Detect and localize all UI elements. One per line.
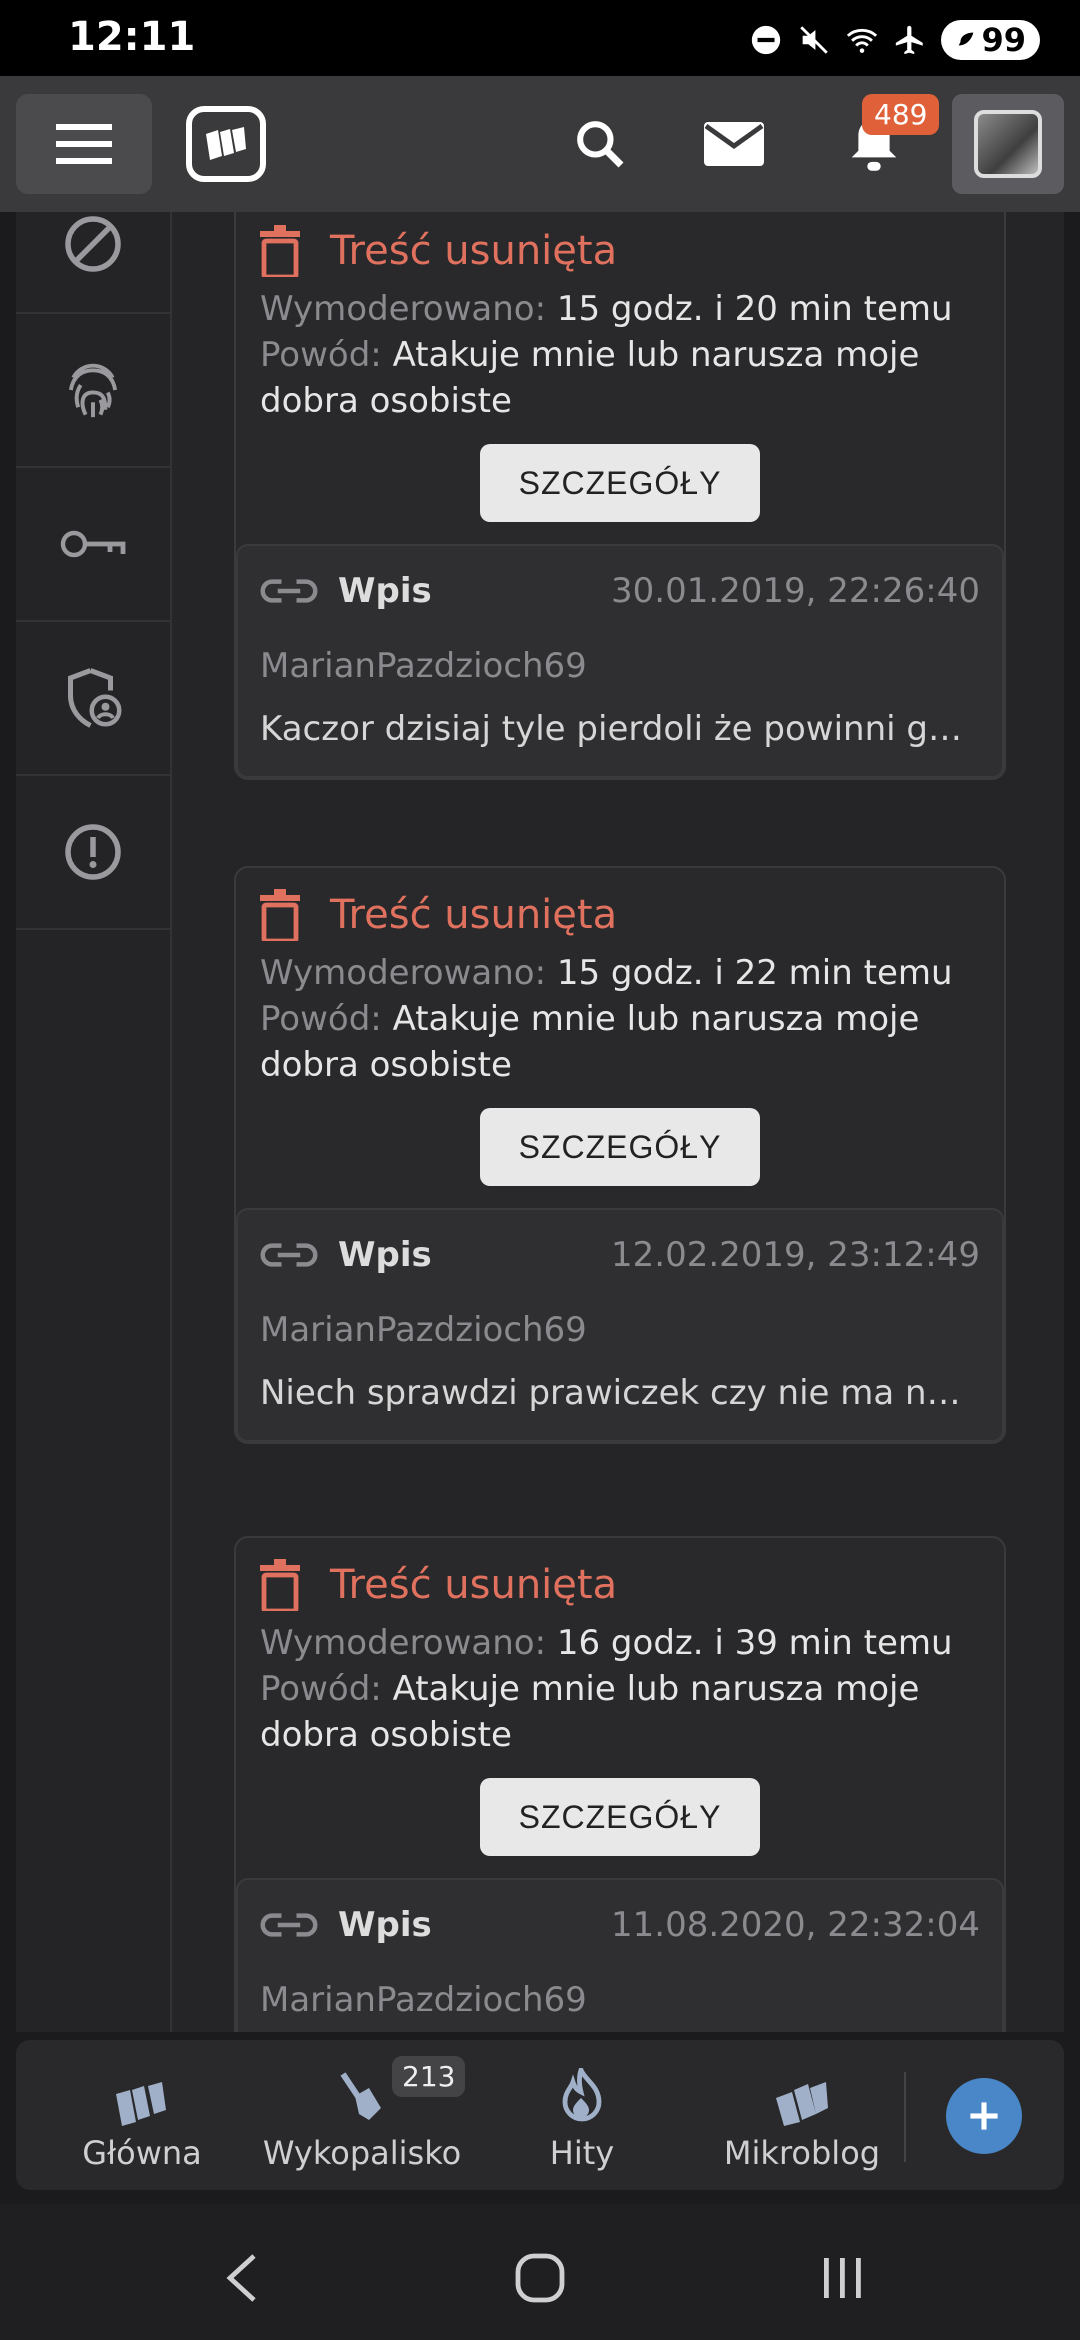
sidebar-item-bans[interactable]	[16, 212, 170, 314]
back-icon	[226, 2254, 256, 2302]
sidebar-item-privacy[interactable]	[16, 622, 170, 776]
status-icons: 99	[749, 18, 1040, 62]
entry-author[interactable]: MarianPazdzioch69	[260, 636, 980, 696]
entry-date: 11.08.2020, 22:32:04	[611, 1905, 980, 1945]
recents-icon	[824, 2258, 861, 2298]
deleted-title: Treść usunięta	[330, 892, 618, 938]
add-button[interactable]	[946, 2078, 1022, 2154]
nav-label: Wykopalisko	[262, 2134, 462, 2172]
entry-text: Kaczor dzisiaj tyle pierdoli że powinni …	[260, 709, 980, 749]
nav-item-wykopalisko[interactable]: Wykopalisko 213	[252, 2040, 472, 2190]
moderation-card: Treść usunięta Wymoderowano: 15 godz. i …	[234, 212, 1006, 780]
details-button[interactable]: SZCZEGÓŁY	[480, 1778, 760, 1856]
messages-button[interactable]	[702, 112, 766, 176]
details-button[interactable]: SZCZEGÓŁY	[480, 444, 760, 522]
status-bar: 12:11 99	[0, 0, 1080, 76]
microblog-icon	[776, 2082, 828, 2126]
mute-icon	[800, 26, 829, 54]
entry-text	[260, 2030, 980, 2032]
status-time: 12:11	[68, 14, 196, 60]
wykop-home-icon	[116, 2082, 166, 2126]
link-icon	[260, 1913, 318, 1937]
entry-date: 30.01.2019, 22:26:40	[611, 571, 980, 611]
nav-item-hits[interactable]: Hity	[472, 2040, 692, 2190]
moderation-reason: Powód: Atakuje mnie lub narusza moje dob…	[260, 1669, 920, 1755]
details-button[interactable]: SZCZEGÓŁY	[480, 1108, 760, 1186]
entry-text: Niech sprawdzi prawiczek czy nie ma nala…	[260, 1373, 980, 1413]
search-icon	[577, 121, 624, 168]
nav-item-microblog[interactable]: Mikroblog	[692, 2040, 912, 2190]
entry-type: Wpis	[338, 571, 432, 611]
ban-icon	[65, 216, 121, 272]
plus-icon	[970, 2102, 998, 2130]
nav-item-home[interactable]: Główna	[32, 2040, 252, 2190]
home-icon	[515, 2253, 565, 2303]
moderation-sidebar	[16, 212, 172, 2032]
battery-saver-icon	[959, 32, 974, 46]
moderation-card: Treść usunięta Wymoderowano: 15 godz. i …	[234, 866, 1006, 1444]
entry-author[interactable]: MarianPazdzioch69	[260, 1970, 980, 2030]
link-icon	[260, 579, 318, 603]
avatar	[974, 110, 1042, 178]
entry-preview[interactable]: Wpis 11.08.2020, 22:32:04 MarianPazdzioc…	[236, 1878, 1004, 2032]
nav-label: Mikroblog	[723, 2134, 881, 2172]
search-button[interactable]	[568, 112, 632, 176]
nav-divider	[904, 2072, 906, 2162]
entry-preview[interactable]: Wpis 30.01.2019, 22:26:40 MarianPazdzioc…	[236, 544, 1004, 778]
sidebar-item-passwords[interactable]	[16, 468, 170, 622]
moderated-time: Wymoderowano: 15 godz. i 22 min temu	[260, 953, 953, 993]
entry-type: Wpis	[338, 1235, 432, 1275]
entry-author[interactable]: MarianPazdzioch69	[260, 1300, 980, 1360]
moderation-reason: Powód: Atakuje mnie lub narusza moje dob…	[260, 999, 920, 1085]
home-button[interactable]	[510, 2248, 570, 2308]
wykop-logo-icon	[206, 127, 246, 160]
entry-preview[interactable]: Wpis 12.02.2019, 23:12:49 MarianPazdzioc…	[236, 1208, 1004, 1442]
mail-icon	[704, 122, 764, 166]
shield-user-icon	[68, 668, 122, 728]
trash-icon	[260, 225, 300, 277]
hamburger-icon	[56, 124, 112, 164]
flame-icon	[562, 2068, 602, 2122]
system-navigation-bar	[0, 2204, 1080, 2340]
nav-label: Główna	[82, 2134, 202, 2172]
profile-button[interactable]	[952, 94, 1064, 194]
fingerprint-icon	[68, 363, 118, 418]
recents-button[interactable]	[812, 2248, 872, 2308]
wifi-icon	[847, 28, 878, 53]
moderated-time: Wymoderowano: 16 godz. i 39 min temu	[260, 1623, 953, 1663]
wykop-logo[interactable]	[186, 106, 266, 182]
notifications-badge: 489	[862, 94, 940, 135]
deleted-title: Treść usunięta	[330, 228, 618, 274]
menu-button[interactable]	[16, 94, 152, 194]
deleted-title: Treść usunięta	[330, 1562, 618, 1608]
battery-level: 99	[981, 21, 1026, 59]
alert-circle-icon	[65, 824, 121, 880]
moderation-reason: Powód: Atakuje mnie lub narusza moje dob…	[260, 335, 920, 421]
moderation-card: Treść usunięta Wymoderowano: 16 godz. i …	[234, 1536, 1006, 2032]
airplane-icon	[896, 25, 924, 55]
do-not-disturb-icon	[752, 25, 781, 55]
shovel-icon	[340, 2072, 381, 2120]
battery-indicator: 99	[941, 20, 1040, 60]
trash-icon	[260, 1559, 300, 1611]
trash-icon	[260, 889, 300, 941]
entry-type: Wpis	[338, 1905, 432, 1945]
moderated-time: Wymoderowano: 15 godz. i 20 min temu	[260, 289, 953, 329]
back-button[interactable]	[212, 2248, 272, 2308]
moderation-list: Treść usunięta Wymoderowano: 15 godz. i …	[172, 212, 1064, 2032]
wykopalisko-badge: 213	[392, 2056, 466, 2097]
sidebar-item-reports[interactable]	[16, 776, 170, 930]
nav-label: Hity	[549, 2134, 615, 2172]
key-icon	[60, 530, 126, 558]
top-app-bar: 489	[0, 76, 1080, 212]
entry-date: 12.02.2019, 23:12:49	[611, 1235, 980, 1275]
sidebar-item-fingerprint[interactable]	[16, 314, 170, 468]
link-icon	[260, 1243, 318, 1267]
bottom-navigation: Główna Wykopalisko 213 Hity Mikroblog	[16, 2040, 1064, 2190]
